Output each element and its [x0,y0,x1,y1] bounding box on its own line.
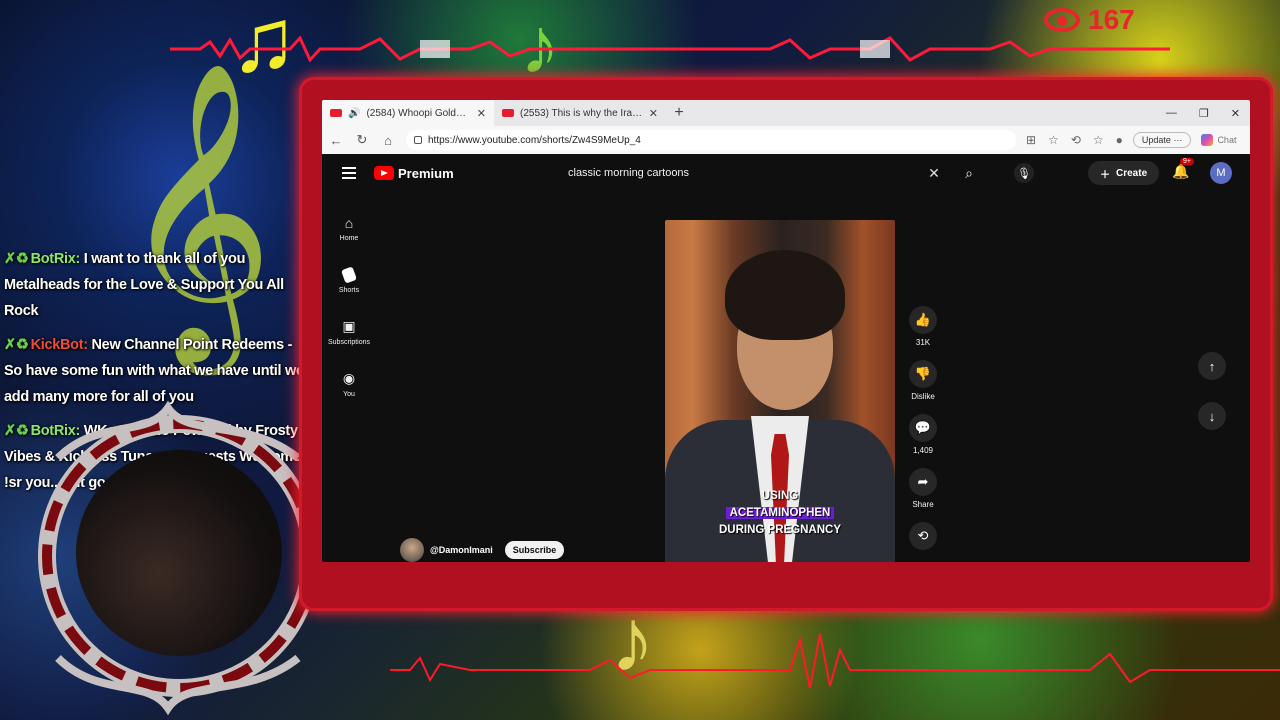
lock-icon [414,136,422,144]
tab-iranians[interactable]: (2553) This is why the Iranians are ✕ [494,100,666,126]
close-tab-icon[interactable]: ✕ [477,107,486,120]
back-icon[interactable]: ← [328,133,344,148]
chat-badges: ✗♻ [4,337,29,353]
extension-icon[interactable]: ⟲ [1071,133,1081,147]
new-tab-button[interactable]: + [666,104,692,122]
clear-search-icon[interactable]: ✕ [922,165,946,182]
notifications-button[interactable]: 🔔 9+ [1172,158,1194,180]
minimize-icon[interactable]: — [1166,107,1177,120]
mic-icon: 🎙 [1017,167,1031,180]
dislike-button[interactable]: 👎 [909,360,937,388]
channel-avatar[interactable] [400,538,424,562]
thumbs-down-icon: 👎 [914,366,932,381]
bell-icon: 🔔 [1172,163,1190,179]
refresh-icon[interactable]: ↻ [354,132,370,148]
profile-icon[interactable]: ● [1116,133,1123,147]
sidebar-item-subscriptions[interactable]: ▣ Subscriptions [322,306,376,358]
update-button[interactable]: Update ··· [1132,132,1192,148]
viewer-count-widget: 167 [1044,4,1135,36]
create-button[interactable]: ＋ Create [1088,161,1160,185]
menu-icon[interactable] [342,167,356,179]
video-caption: USING ACETAMINOPHEN DURING PREGNANCY [718,490,842,536]
like-action: 👍 31K [906,306,940,360]
copilot-chat-button[interactable]: Chat [1201,134,1236,146]
youtube-favicon-icon [502,109,514,117]
mic-button[interactable]: 🎙 [1014,163,1034,183]
tab-title: (2553) This is why the Iranians are [520,107,643,119]
audio-waveform-top [170,36,1170,62]
url-text: https://www.youtube.com/shorts/Zw4S9MeUp… [428,134,641,146]
sidebar-item-shorts[interactable]: Shorts [322,254,376,306]
share-button[interactable]: ➦ [909,468,937,496]
comments-button[interactable]: 💬 [909,414,937,442]
browser-window: 🔊 (2584) Whoopi Goldberg Got ✕ (2553) Th… [322,100,1250,562]
youtube-favicon-icon [330,109,342,117]
favorite-star-icon[interactable]: ☆ [1048,133,1059,147]
chat-username: BotRix [30,251,76,267]
remix-button[interactable]: ⟲ [909,522,937,550]
arrow-up-icon: ↑ [1208,358,1216,374]
audio-waveform-bottom [390,633,1280,689]
channel-handle[interactable]: @DamonImani [430,545,493,555]
search-input[interactable]: classic morning cartoons [558,160,922,186]
search-box: classic morning cartoons ✕ ⌕ [558,160,992,186]
toolbar-icons: ⊞ ☆ ⟲ ☆ ● [1026,133,1123,147]
subscriptions-icon: ▣ [342,318,356,334]
chat-badges: ✗♻ [4,251,29,267]
speaker-icon: 🔊 [348,107,361,119]
youtube-play-icon [374,166,394,180]
home-icon: ⌂ [344,214,354,231]
tab-bar: 🔊 (2584) Whoopi Goldberg Got ✕ (2553) Th… [322,100,1250,126]
webcam-feed [76,450,282,656]
tab-title: (2584) Whoopi Goldberg Got [366,107,471,119]
remix-icon: ⟲ [917,528,929,543]
shorts-icon [340,265,358,284]
home-icon[interactable]: ⌂ [380,133,396,148]
subscribe-button[interactable]: Subscribe [504,541,565,559]
short-actions: 👍 31K 👎 Dislike 💬 1,409 ➦ Share ⟲ [906,306,940,562]
dislike-action: 👎 Dislike [906,360,940,414]
close-window-icon[interactable]: ✕ [1231,107,1240,120]
you-icon: ◉ [342,370,356,386]
chat-username: KickBot [30,337,84,353]
share-action: ➦ Share [906,468,940,522]
address-bar[interactable]: https://www.youtube.com/shorts/Zw4S9MeUp… [406,130,1016,150]
youtube-logo[interactable]: Premium [374,166,454,181]
previous-short-button[interactable]: ↑ [1198,352,1226,380]
like-button[interactable]: 👍 [909,306,937,334]
webcam-frame [18,398,340,716]
youtube-header: Premium classic morning cartoons ✕ ⌕ 🎙 ＋… [322,154,1250,192]
account-avatar[interactable]: M [1210,162,1232,184]
window-controls: — ❐ ✕ [1166,107,1250,120]
sidebar-item-you[interactable]: ◉ You [322,358,376,410]
caption-highlight: ACETAMINOPHEN [725,507,835,519]
address-bar-row: ← ↻ ⌂ https://www.youtube.com/shorts/Zw4… [322,126,1250,154]
next-short-button[interactable]: ↓ [1198,402,1226,430]
logo-label: Premium [398,165,454,181]
share-icon: ➦ [917,474,929,489]
notification-badge: 9+ [1180,158,1194,165]
remix-action: ⟲ [906,522,940,562]
arrow-down-icon: ↓ [1208,408,1216,424]
copilot-icon [1201,134,1214,146]
viewer-count: 167 [1088,4,1135,35]
sidebar-item-home[interactable]: ⌂ Home [322,202,376,254]
search-button[interactable]: ⌕ [946,165,992,182]
short-video-player[interactable]: USING ACETAMINOPHEN DURING PREGNANCY [665,220,895,562]
youtube-sidebar: ⌂ Home Shorts ▣ Subscriptions ◉ You [322,202,376,410]
comments-count: 1,409 [912,446,934,455]
app-icon[interactable]: ⊞ [1026,133,1036,147]
chat-message: ✗♻ BotRix: I want to thank all of you Met… [4,251,284,319]
close-tab-icon[interactable]: ✕ [649,107,658,120]
comment-icon: 💬 [914,420,932,435]
short-channel-info: @DamonImani Subscribe [400,538,565,562]
eye-icon [1044,8,1080,32]
tab-whoopi[interactable]: 🔊 (2584) Whoopi Goldberg Got ✕ [322,100,494,126]
plus-icon: ＋ [1100,169,1110,181]
maximize-icon[interactable]: ❐ [1199,107,1209,120]
thumbs-up-icon: 👍 [914,312,932,327]
favorites-icon[interactable]: ☆ [1093,133,1104,147]
like-count: 31K [915,338,931,347]
comments-action: 💬 1,409 [906,414,940,468]
